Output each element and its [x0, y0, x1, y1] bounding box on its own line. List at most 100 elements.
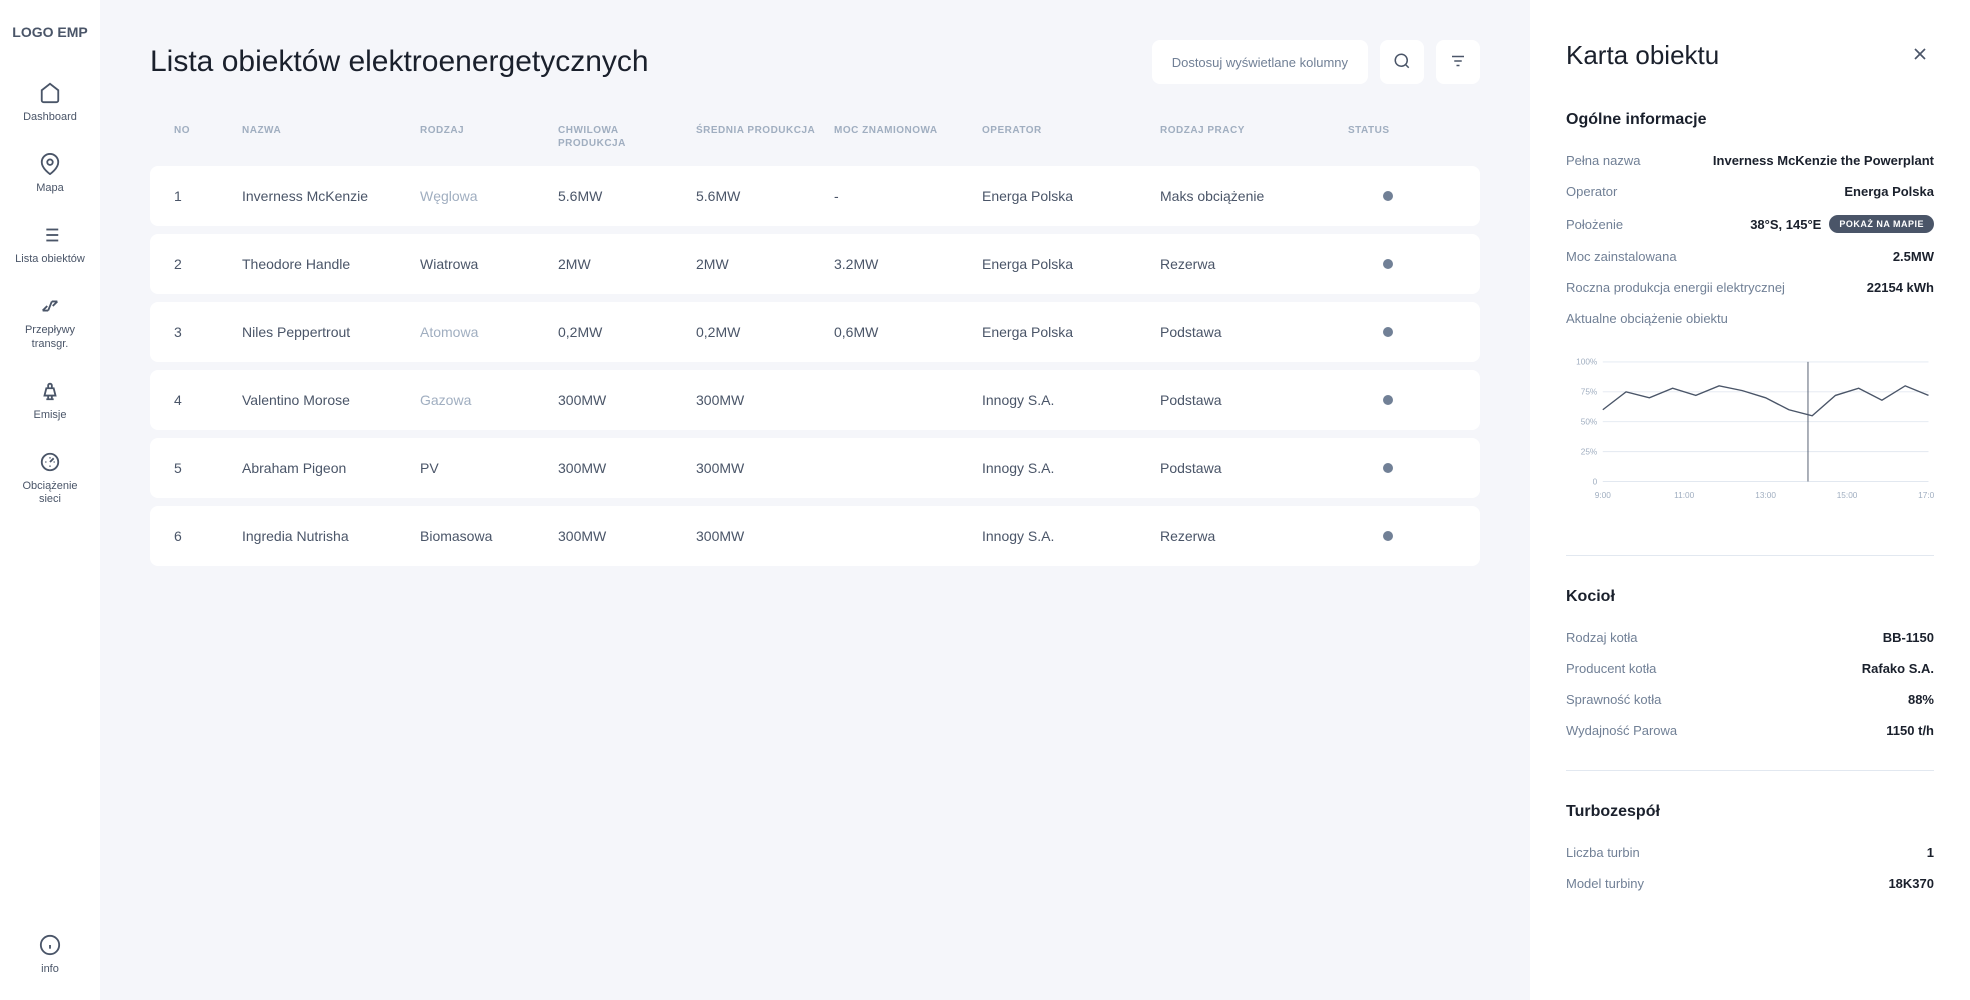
td-no: 4	[174, 392, 234, 408]
svg-text:15:00: 15:00	[1837, 491, 1858, 500]
td-nazwa: Inverness McKenzie	[242, 188, 412, 204]
svg-text:75%: 75%	[1581, 388, 1598, 397]
td-nazwa: Abraham Pigeon	[242, 460, 412, 476]
close-button[interactable]	[1906, 40, 1934, 71]
info-label: Producent kotła	[1566, 661, 1656, 676]
info-value: 18K370	[1888, 876, 1934, 891]
info-label: Rodzaj kotła	[1566, 630, 1638, 645]
td-rodzaj: Węglowa	[420, 188, 550, 204]
td-srednia: 0,2MW	[696, 324, 826, 340]
td-rodzaj-pracy: Podstawa	[1160, 392, 1340, 408]
table-row[interactable]: 2 Theodore Handle Wiatrowa 2MW 2MW 3.2MW…	[150, 234, 1480, 294]
th-rodzaj-pracy: RODZAJ PRACY	[1160, 124, 1340, 150]
section-general-title: Ogólne informacje	[1566, 111, 1934, 129]
td-moc: 3.2MW	[834, 256, 974, 272]
info-label: Model turbiny	[1566, 876, 1644, 891]
filter-icon	[1449, 52, 1467, 73]
nav-label: Obciążenie sieci	[10, 480, 90, 506]
table-row[interactable]: 5 Abraham Pigeon PV 300MW 300MW Innogy S…	[150, 438, 1480, 498]
nav-mapa[interactable]: Mapa	[36, 152, 64, 195]
td-operator: Innogy S.A.	[982, 528, 1152, 544]
info-value: 38°S, 145°E	[1750, 217, 1821, 232]
info-label: Roczna produkcja energii elektrycznej	[1566, 280, 1785, 295]
status-dot-icon	[1383, 531, 1393, 541]
nav-label: info	[41, 963, 59, 976]
nav-label: Lista obiektów	[15, 253, 85, 266]
nav-dashboard[interactable]: Dashboard	[23, 81, 77, 124]
info-label: Wydajność Parowa	[1566, 723, 1677, 738]
td-nazwa: Theodore Handle	[242, 256, 412, 272]
td-status	[1348, 463, 1428, 473]
td-rodzaj-pracy: Podstawa	[1160, 324, 1340, 340]
section-boiler-title: Kocioł	[1566, 588, 1934, 606]
th-rodzaj: RODZAJ	[420, 124, 550, 150]
status-dot-icon	[1383, 327, 1393, 337]
svg-text:11:00: 11:00	[1674, 491, 1694, 500]
info-label: Pełna nazwa	[1566, 153, 1640, 168]
divider	[1566, 555, 1934, 556]
td-srednia: 300MW	[696, 528, 826, 544]
home-icon	[38, 81, 62, 105]
nav-emisje[interactable]: Emisje	[33, 379, 66, 422]
nav-info[interactable]: info	[38, 933, 62, 976]
svg-text:50%: 50%	[1581, 417, 1598, 426]
th-operator: Operator	[982, 124, 1152, 150]
info-value: 22154 kWh	[1867, 280, 1934, 295]
table-body: 1 Inverness McKenzie Węglowa 5.6MW 5.6MW…	[150, 166, 1480, 566]
svg-text:9:00: 9:00	[1595, 491, 1611, 500]
objects-table: NO NAZWA RODZAJ CHWILOWA PRODUKCJA ŚREDN…	[150, 124, 1480, 566]
table-row[interactable]: 4 Valentino Morose Gazowa 300MW 300MW In…	[150, 370, 1480, 430]
filter-button[interactable]	[1436, 40, 1480, 84]
info-value: Rafako S.A.	[1862, 661, 1934, 676]
emissions-icon	[38, 379, 62, 403]
td-chwilowa: 5.6MW	[558, 188, 688, 204]
nav-lista[interactable]: Lista obiektów	[15, 223, 85, 266]
table-row[interactable]: 3 Niles Peppertrout Atomowa 0,2MW 0,2MW …	[150, 302, 1480, 362]
td-rodzaj-pracy: Rezerwa	[1160, 256, 1340, 272]
td-rodzaj-pracy: Rezerwa	[1160, 528, 1340, 544]
nav-items: Dashboard Mapa Lista obiektów Przepływy …	[10, 81, 90, 933]
info-value: 1	[1927, 845, 1934, 860]
td-chwilowa: 300MW	[558, 528, 688, 544]
td-status	[1348, 327, 1428, 337]
info-label: Aktualne obciążenie obiektu	[1566, 311, 1728, 326]
td-rodzaj-pracy: Podstawa	[1160, 460, 1340, 476]
pin-icon	[38, 152, 62, 176]
info-label: Liczba turbin	[1566, 845, 1640, 860]
td-no: 1	[174, 188, 234, 204]
table-row[interactable]: 1 Inverness McKenzie Węglowa 5.6MW 5.6MW…	[150, 166, 1480, 226]
nav-obciazenie[interactable]: Obciążenie sieci	[10, 450, 90, 506]
divider	[1566, 770, 1934, 771]
info-icon	[38, 933, 62, 957]
info-value: Energa Polska	[1844, 184, 1934, 199]
td-status	[1348, 395, 1428, 405]
status-dot-icon	[1383, 191, 1393, 201]
columns-button[interactable]: Dostosuj wyświetlane kolumny	[1152, 40, 1368, 84]
td-moc: 0,6MW	[834, 324, 974, 340]
td-chwilowa: 300MW	[558, 392, 688, 408]
main-content: Lista obiektów elektroenergetycznych Dos…	[100, 0, 1530, 1000]
td-rodzaj-pracy: Maks obciążenie	[1160, 188, 1340, 204]
info-label: Moc zainstalowana	[1566, 249, 1677, 264]
td-operator: Innogy S.A.	[982, 460, 1152, 476]
nav-przeplywy[interactable]: Przepływy transgr.	[10, 294, 90, 350]
td-rodzaj: Gazowa	[420, 392, 550, 408]
detail-panel: Karta obiektu Ogólne informacje Pełna na…	[1530, 0, 1970, 1000]
td-chwilowa: 300MW	[558, 460, 688, 476]
td-rodzaj: Biomasowa	[420, 528, 550, 544]
td-operator: Energa Polska	[982, 256, 1152, 272]
info-value: 88%	[1908, 692, 1934, 707]
list-icon	[38, 223, 62, 247]
show-on-map-badge[interactable]: POKAŻ NA MAPIE	[1829, 215, 1934, 233]
td-status	[1348, 531, 1428, 541]
search-button[interactable]	[1380, 40, 1424, 84]
info-label: Sprawność kotła	[1566, 692, 1661, 707]
td-moc: -	[834, 188, 974, 204]
th-moc: MOC ZNAMIONOWA	[834, 124, 974, 150]
detail-header: Karta obiektu	[1566, 40, 1934, 71]
th-srednia: ŚREDNIA PRODUKCJA	[696, 124, 826, 150]
search-icon	[1393, 52, 1411, 73]
svg-text:17:00: 17:00	[1918, 491, 1934, 500]
table-row[interactable]: 6 Ingredia Nutrisha Biomasowa 300MW 300M…	[150, 506, 1480, 566]
td-nazwa: Niles Peppertrout	[242, 324, 412, 340]
